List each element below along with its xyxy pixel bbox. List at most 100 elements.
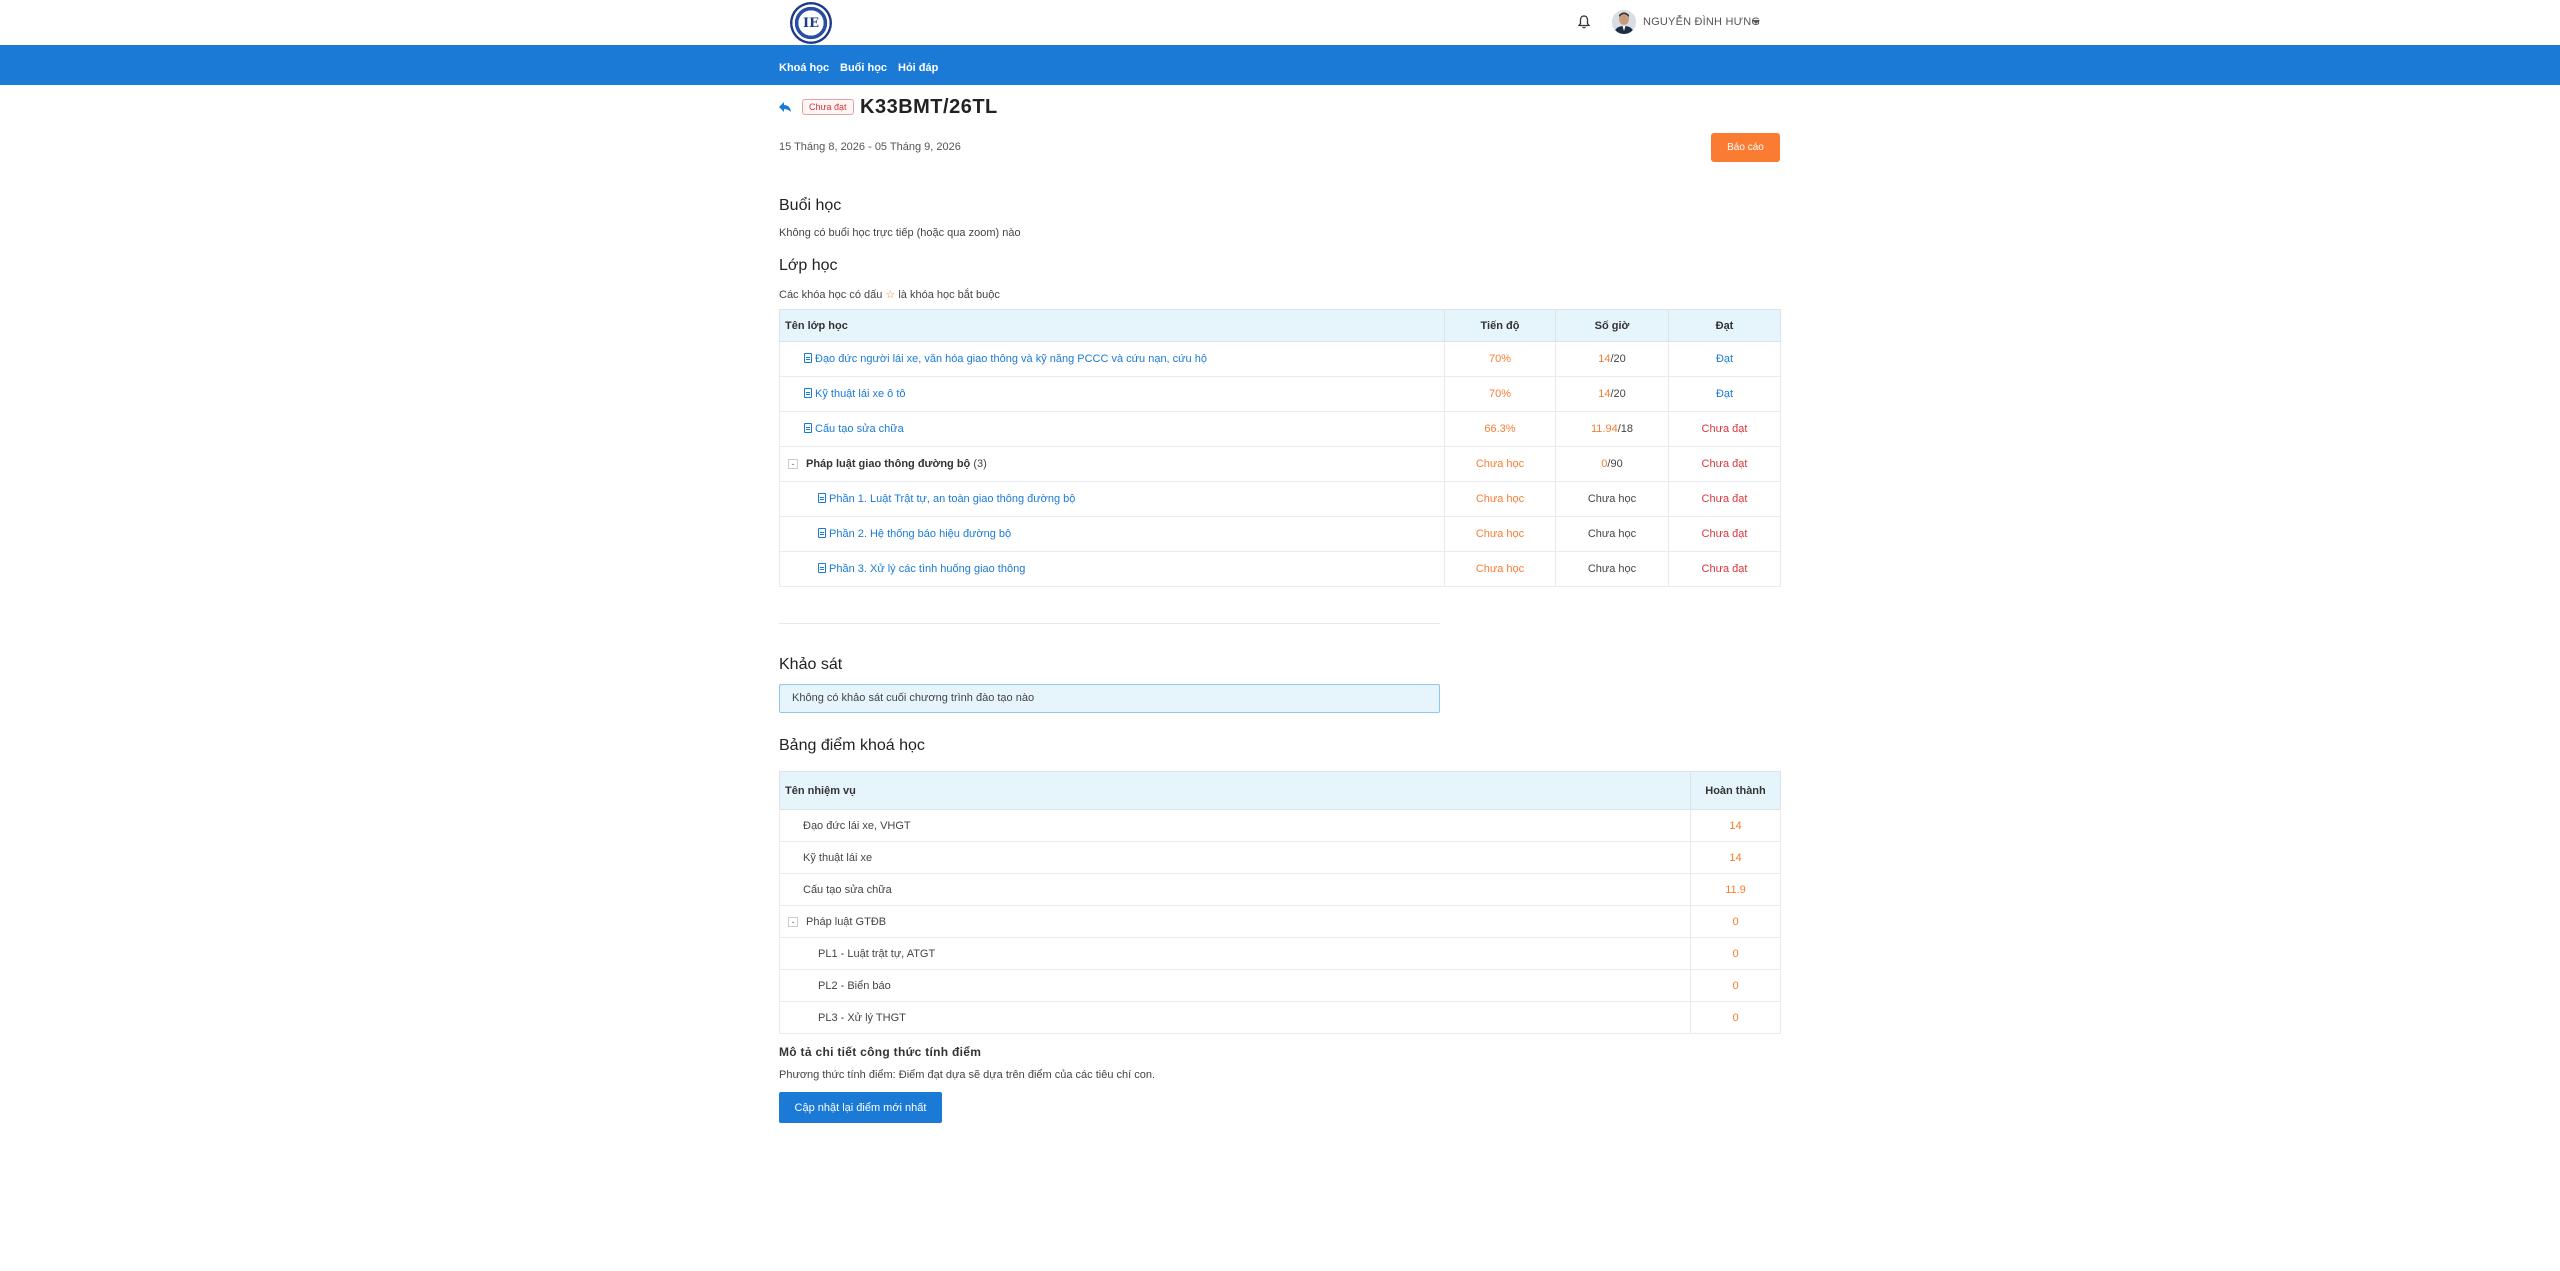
class-link[interactable]: Phần 2. Hệ thống báo hiệu đường bộ xyxy=(829,528,1011,540)
table-row: Phần 1. Luật Trật tự, an toàn giao thông… xyxy=(779,481,1781,517)
formula-title: Mô tả chi tiết công thức tính điểm xyxy=(779,1045,982,1059)
hours-total: /20 xyxy=(1610,353,1626,365)
table-header-row: Tên nhiệm vụ Hoàn thành xyxy=(779,771,1781,810)
classes-note: Các khóa học có dấu ☆ là khóa học bắt bu… xyxy=(779,288,1000,301)
status-badge: Chưa đạt xyxy=(802,99,854,115)
class-name-cell[interactable]: Phần 1. Luật Trật tự, an toàn giao thông… xyxy=(779,481,1445,517)
passed-cell: Chưa đạt xyxy=(1668,551,1781,587)
task-name: PL2 - Biển báo xyxy=(779,969,1691,1002)
hours-total: /20 xyxy=(1610,388,1626,400)
formula-description: Phương thức tính điểm: Điểm đạt dựa sẽ d… xyxy=(779,1069,1156,1081)
scores-title: Bảng điểm khoá học xyxy=(779,737,925,754)
class-link[interactable]: Kỹ thuật lái xe ô tô xyxy=(815,388,906,400)
top-bar: IE NGUYỄN ĐÌNH HƯNG xyxy=(0,0,2560,45)
task-score: 14 xyxy=(1690,809,1781,842)
hours-done: 14 xyxy=(1598,353,1611,365)
document-icon xyxy=(804,423,812,433)
col-header-progress: Tiến độ xyxy=(1444,309,1556,342)
divider xyxy=(779,623,1440,624)
scores-table: Tên nhiệm vụ Hoàn thành Đạo đức lái xe, … xyxy=(779,771,1781,1034)
classes-note-text: Các khóa học có dấu xyxy=(779,289,883,301)
class-link[interactable]: Phần 1. Luật Trật tự, an toàn giao thông… xyxy=(829,493,1075,505)
document-icon xyxy=(818,528,826,538)
progress-cell: Chưa học xyxy=(1444,516,1556,552)
table-row: Phần 3. Xử lý các tình huống giao thông … xyxy=(779,551,1781,587)
avatar[interactable] xyxy=(1612,10,1636,34)
table-row: Cấu tạo sửa chữa 66.3% 11.94/18 Chưa đạt xyxy=(779,411,1781,447)
nav-item-qa[interactable]: Hỏi đáp xyxy=(898,62,938,74)
survey-empty-alert: Không có khảo sát cuối chương trình đào … xyxy=(779,684,1440,713)
logo-text: IE xyxy=(803,15,819,31)
update-scores-button[interactable]: Cập nhật lại điểm mới nhất xyxy=(779,1092,942,1123)
task-name: PL3 - Xử lý THGT xyxy=(779,1001,1691,1034)
task-score: 0 xyxy=(1690,1001,1781,1034)
hours-done: 14 xyxy=(1598,388,1611,400)
hours-cell: 0/90 xyxy=(1555,446,1669,482)
nav-item-sessions[interactable]: Buổi học xyxy=(840,62,887,74)
report-button[interactable]: Báo cáo xyxy=(1711,133,1780,162)
bell-icon[interactable] xyxy=(1576,13,1592,31)
hours-cell: Chưa học xyxy=(1555,516,1669,552)
table-row: Kỹ thuật lái xe ô tô 70% 14/20 Đạt xyxy=(779,376,1781,412)
chevron-down-icon[interactable] xyxy=(1752,20,1760,24)
task-name: Pháp luật GTĐB xyxy=(806,915,887,928)
survey-title: Khảo sát xyxy=(779,656,843,673)
hours-cell: 14/20 xyxy=(1555,341,1669,377)
table-row: Cấu tạo sửa chữa 11.9 xyxy=(779,873,1781,906)
progress-cell: 66.3% xyxy=(1444,411,1556,447)
col-header-task: Tên nhiệm vụ xyxy=(779,771,1691,810)
table-row: Đạo đức người lái xe, văn hóa giao thông… xyxy=(779,341,1781,377)
class-name-cell[interactable]: Phần 3. Xử lý các tình huống giao thông xyxy=(779,551,1445,587)
back-arrow-icon[interactable] xyxy=(778,100,792,114)
collapse-icon[interactable]: - xyxy=(788,459,798,469)
hours-cell: Chưa học xyxy=(1555,551,1669,587)
hours-cell: 14/20 xyxy=(1555,376,1669,412)
hours-cell: 11.94/18 xyxy=(1555,411,1669,447)
progress-cell: 70% xyxy=(1444,341,1556,377)
task-name: Cấu tạo sửa chữa xyxy=(779,873,1691,906)
star-icon: ☆ xyxy=(885,289,896,301)
class-link[interactable]: Cấu tạo sửa chữa xyxy=(815,423,904,435)
hours-cell: Chưa học xyxy=(1555,481,1669,517)
hours-total: /18 xyxy=(1617,423,1633,435)
table-row: Phần 2. Hệ thống báo hiệu đường bộ Chưa … xyxy=(779,516,1781,552)
task-name: PL1 - Luật trật tự, ATGT xyxy=(779,937,1691,970)
table-row: PL3 - Xử lý THGT 0 xyxy=(779,1001,1781,1034)
classes-title: Lớp học xyxy=(779,257,838,274)
table-row: PL1 - Luật trật tự, ATGT 0 xyxy=(779,937,1781,970)
table-row-group: - Pháp luật giao thông đường bộ (3) Chưa … xyxy=(779,446,1781,482)
hours-done: 11.94 xyxy=(1590,423,1618,435)
group-count: (3) xyxy=(973,458,987,470)
task-score: 0 xyxy=(1690,969,1781,1002)
hours-total: /90 xyxy=(1607,458,1623,470)
document-icon xyxy=(804,353,812,363)
classes-note-text-end: là khóa học bắt buộc xyxy=(898,289,1000,301)
date-range: 15 Tháng 8, 2026 - 05 Tháng 9, 2026 xyxy=(779,141,961,153)
logo[interactable]: IE xyxy=(790,2,832,44)
user-name[interactable]: NGUYỄN ĐÌNH HƯNG xyxy=(1643,16,1760,28)
nav-item-courses[interactable]: Khoá học xyxy=(779,62,829,74)
col-header-name: Tên lớp học xyxy=(779,309,1445,342)
page-title: K33BMT/26TL xyxy=(860,96,998,118)
collapse-icon[interactable]: - xyxy=(788,916,798,927)
passed-cell: Chưa đạt xyxy=(1668,481,1781,517)
task-name: Đạo đức lái xe, VHGT xyxy=(779,809,1691,842)
col-header-hours: Số giờ xyxy=(1555,309,1669,342)
class-name-cell[interactable]: Cấu tạo sửa chữa xyxy=(779,411,1445,447)
class-group-cell: - Pháp luật giao thông đường bộ (3) xyxy=(779,446,1445,482)
classes-table: Tên lớp học Tiến độ Số giờ Đạt Đạo đức n… xyxy=(779,309,1781,587)
passed-cell: Đạt xyxy=(1668,341,1781,377)
table-row: PL2 - Biển báo 0 xyxy=(779,969,1781,1002)
group-name: Pháp luật giao thông đường bộ xyxy=(806,458,971,470)
progress-cell: Chưa học xyxy=(1444,551,1556,587)
task-name: Kỹ thuật lái xe xyxy=(779,841,1691,874)
class-link[interactable]: Đạo đức người lái xe, văn hóa giao thông… xyxy=(815,353,1207,365)
col-header-passed: Đạt xyxy=(1668,309,1781,342)
passed-cell: Chưa đạt xyxy=(1668,446,1781,482)
class-name-cell[interactable]: Kỹ thuật lái xe ô tô xyxy=(779,376,1445,412)
class-name-cell[interactable]: Phần 2. Hệ thống báo hiệu đường bộ xyxy=(779,516,1445,552)
class-link[interactable]: Phần 3. Xử lý các tình huống giao thông xyxy=(829,563,1025,575)
class-name-cell[interactable]: Đạo đức người lái xe, văn hóa giao thông… xyxy=(779,341,1445,377)
main-nav: Khoá học Buổi học Hỏi đáp xyxy=(0,45,2560,85)
sessions-title: Buổi học xyxy=(779,197,842,214)
